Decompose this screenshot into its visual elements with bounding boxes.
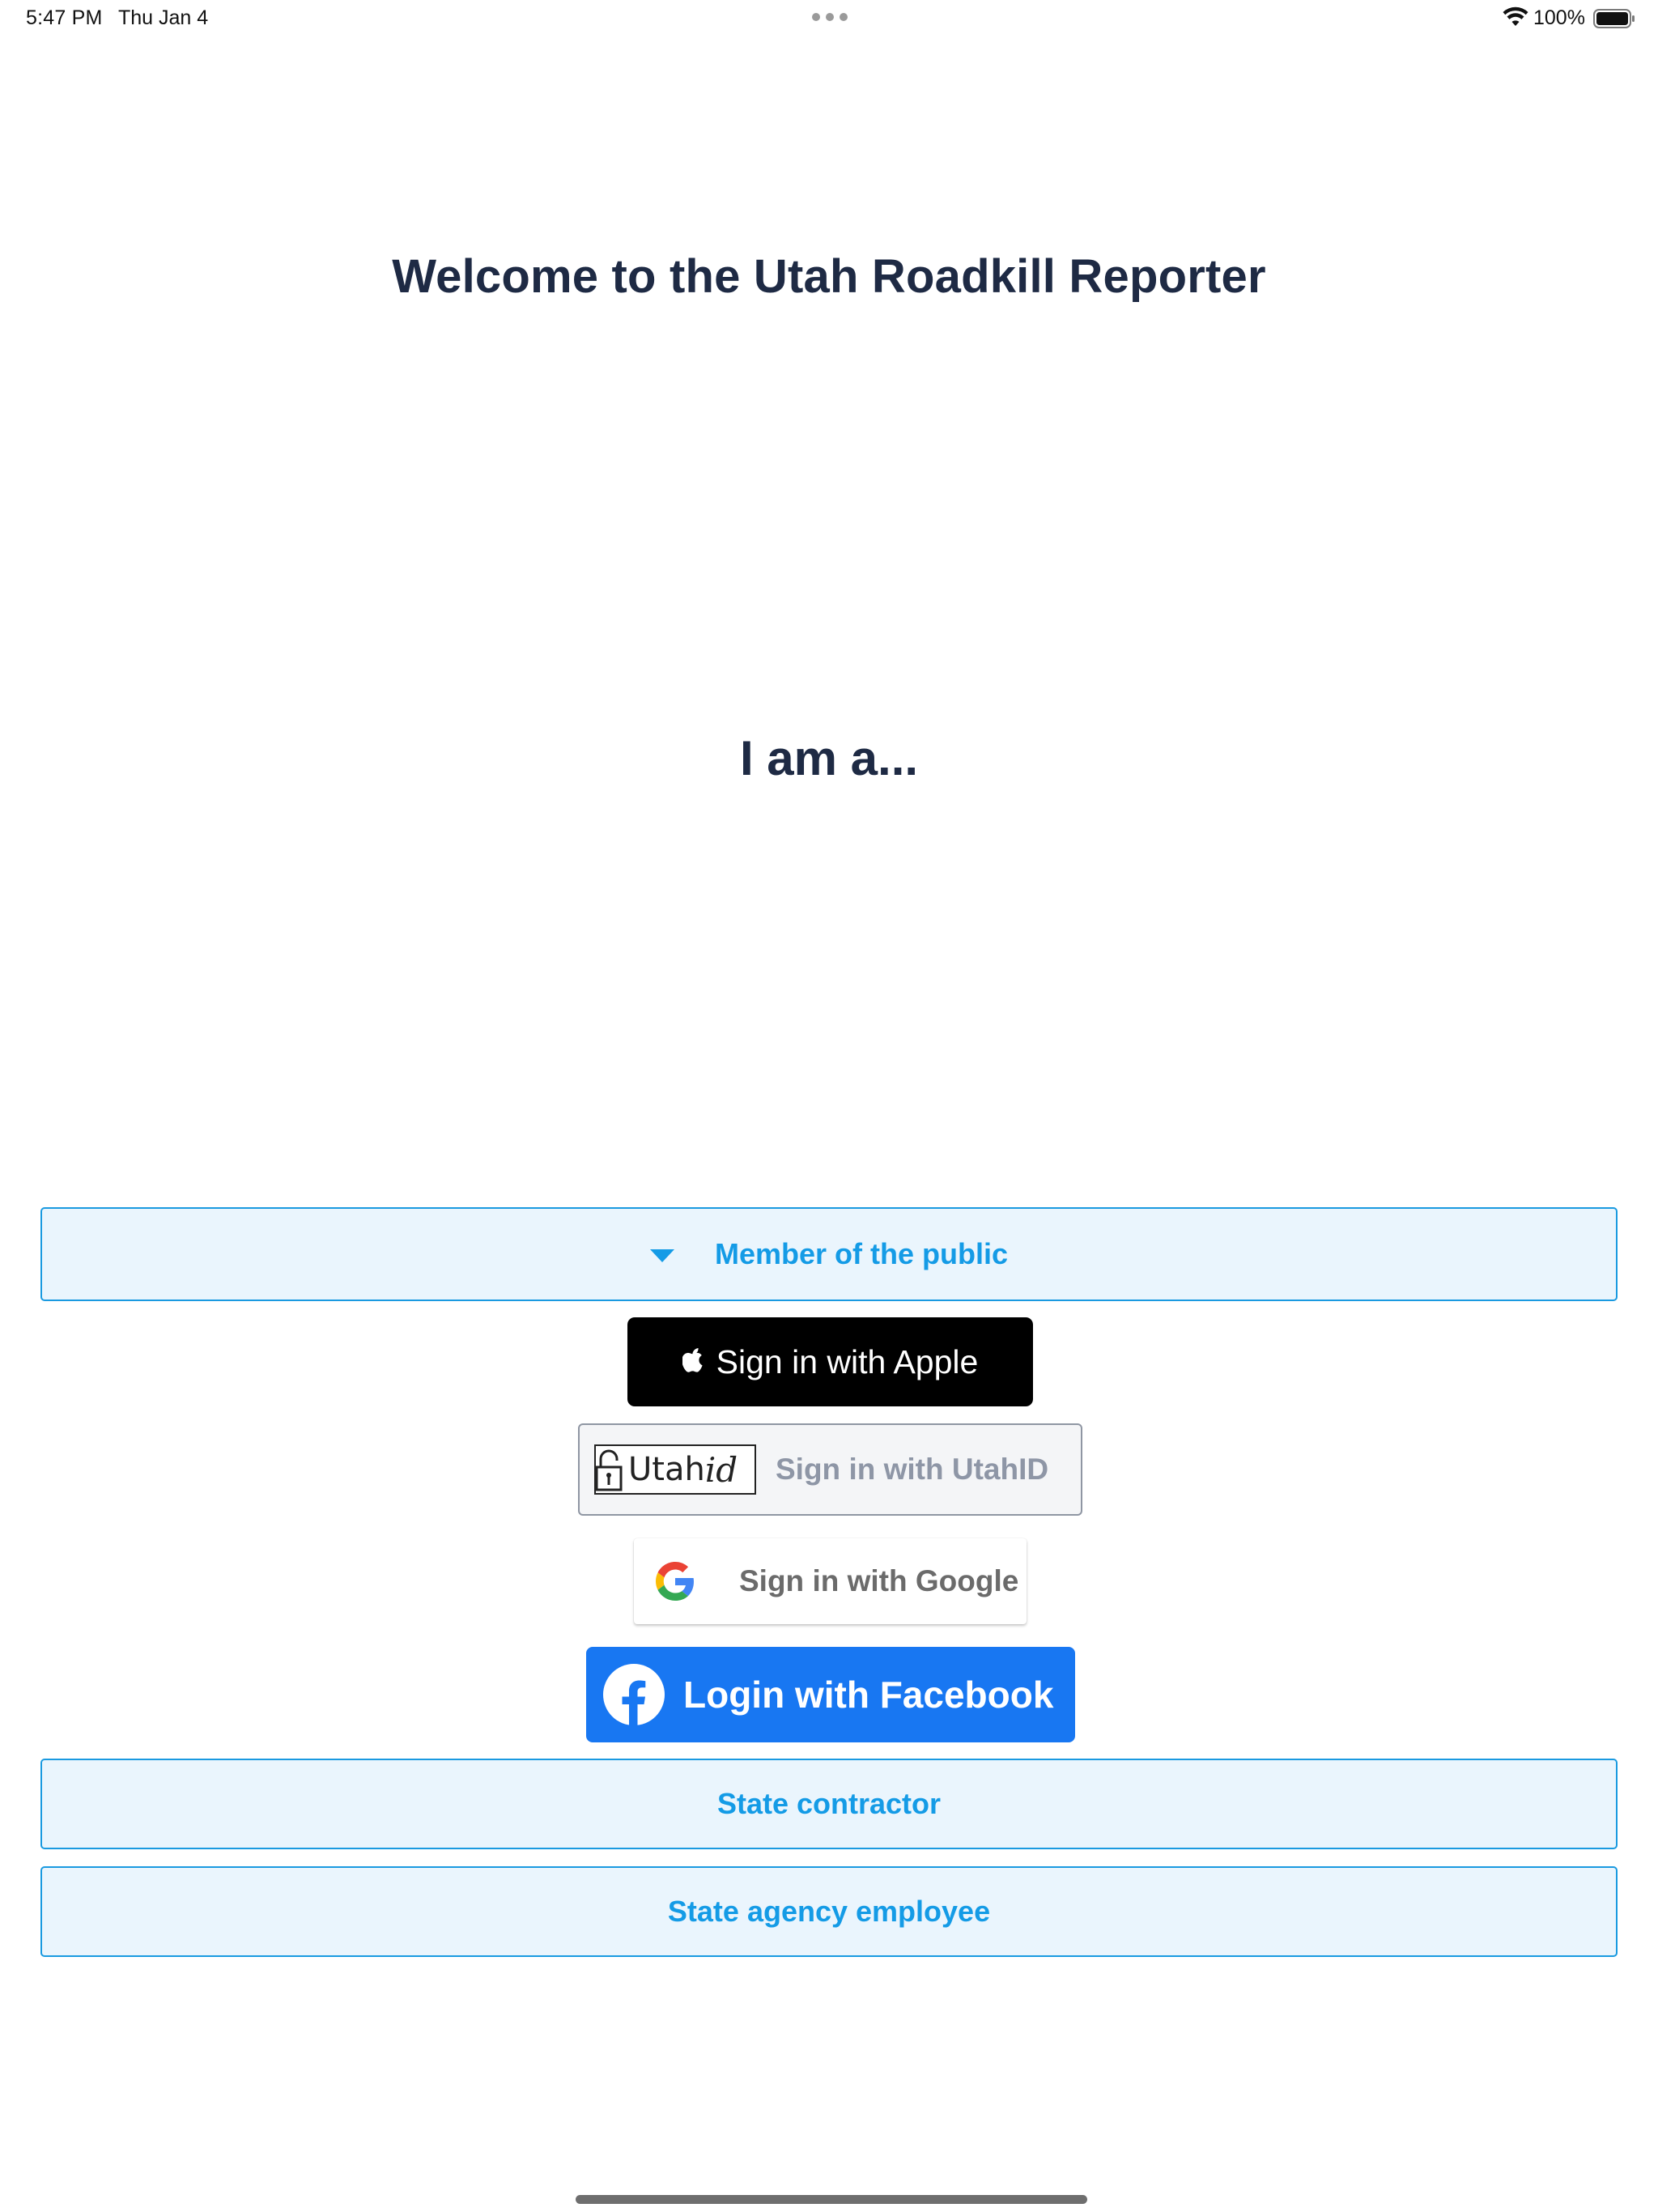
facebook-logo-icon [603, 1664, 665, 1726]
utahid-logo-id: id [704, 1449, 738, 1490]
login-with-facebook-button[interactable]: Login with Facebook [586, 1647, 1075, 1742]
sign-in-with-utahid-button[interactable]: Utah id Sign in with UtahID [578, 1423, 1082, 1516]
member-of-public-button[interactable]: Member of the public [40, 1207, 1618, 1301]
battery-icon [1593, 9, 1635, 28]
state-agency-employee-button[interactable]: State agency employee [40, 1866, 1618, 1957]
multitask-dots-icon[interactable] [812, 13, 848, 21]
page-title: Welcome to the Utah Roadkill Reporter [392, 250, 1266, 303]
home-indicator[interactable] [576, 2195, 1087, 2204]
member-of-public-label: Member of the public [714, 1237, 1009, 1270]
state-contractor-label: State contractor [716, 1787, 942, 1820]
status-time: 5:47 PM [26, 6, 103, 29]
battery-percent: 100% [1533, 6, 1585, 29]
padlock-icon [595, 1449, 623, 1491]
sign-in-with-apple-button[interactable]: Sign in with Apple [627, 1317, 1033, 1406]
wifi-icon [1503, 6, 1528, 26]
utahid-logo: Utah id [594, 1444, 756, 1495]
utahid-button-label: Sign in with UtahID [776, 1453, 1049, 1486]
state-contractor-button[interactable]: State contractor [40, 1759, 1618, 1849]
caret-down-icon [649, 1249, 674, 1262]
role-prompt: I am a... [739, 731, 919, 785]
apple-button-label: Sign in with Apple [716, 1342, 979, 1380]
app-screen: 5:47 PM Thu Jan 4 100% Welcome to the Ut… [0, 0, 1658, 2212]
status-date: Thu Jan 4 [118, 6, 209, 29]
apple-logo-icon [682, 1348, 703, 1372]
facebook-button-label: Login with Facebook [683, 1674, 1054, 1716]
sign-in-with-google-button[interactable]: Sign in with Google [634, 1538, 1027, 1624]
utahid-logo-utah: Utah [628, 1451, 705, 1488]
google-button-label: Sign in with Google [739, 1564, 1019, 1597]
google-g-icon [656, 1562, 694, 1601]
state-agency-employee-label: State agency employee [667, 1895, 991, 1928]
